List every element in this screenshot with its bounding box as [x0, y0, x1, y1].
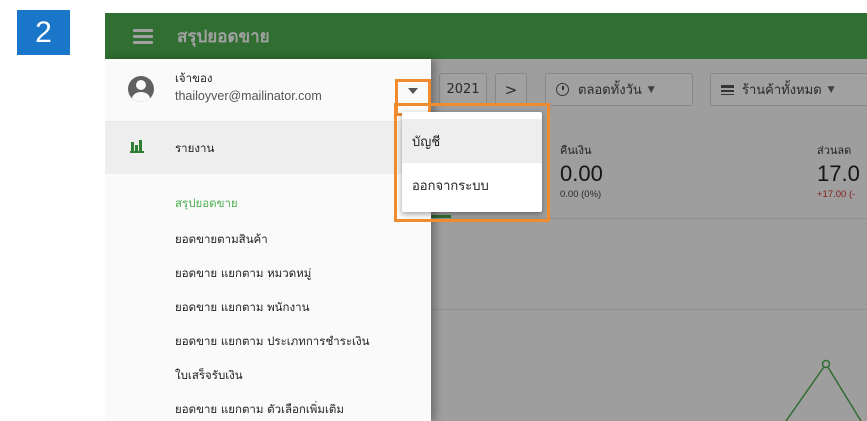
sidebar-item-reports[interactable]: รายงาน	[105, 122, 431, 174]
user-role: เจ้าของ	[175, 71, 213, 85]
navigation-drawer: เจ้าของ thailoyver@mailinator.com รายงาน…	[105, 59, 431, 421]
sidebar-subitem-sales-by-category[interactable]: ยอดขาย แยกตาม หมวดหมู่	[175, 265, 311, 283]
step-number-badge: 2	[17, 10, 70, 55]
bar-chart-icon	[130, 139, 144, 153]
account-circle-icon	[128, 76, 154, 102]
sidebar-item-label: รายงาน	[175, 141, 215, 155]
user-account-row: เจ้าของ thailoyver@mailinator.com	[105, 59, 431, 122]
user-email: thailoyver@mailinator.com	[175, 89, 322, 103]
popup-highlight-frame	[394, 103, 550, 222]
app-window: สรุปยอดขาย 2021 > ตลอดทั้งวัน ▼ ร้านค้าท…	[105, 13, 867, 421]
sidebar-subitem-sales-summary[interactable]: สรุปยอดขาย	[175, 195, 238, 213]
sidebar-subitem-sales-by-payment-type[interactable]: ยอดขาย แยกตาม ประเภทการชำระเงิน	[175, 333, 369, 351]
sidebar-subitem-sales-by-modifier[interactable]: ยอดขาย แยกตาม ตัวเลือกเพิ่มเติม	[175, 401, 344, 419]
sidebar-subitem-receipts[interactable]: ใบเสร็จรับเงิน	[175, 367, 243, 385]
sidebar-subitem-sales-by-product[interactable]: ยอดขายตามสินค้า	[175, 231, 268, 249]
sidebar-subitem-sales-by-employee[interactable]: ยอดขาย แยกตาม พนักงาน	[175, 299, 309, 317]
